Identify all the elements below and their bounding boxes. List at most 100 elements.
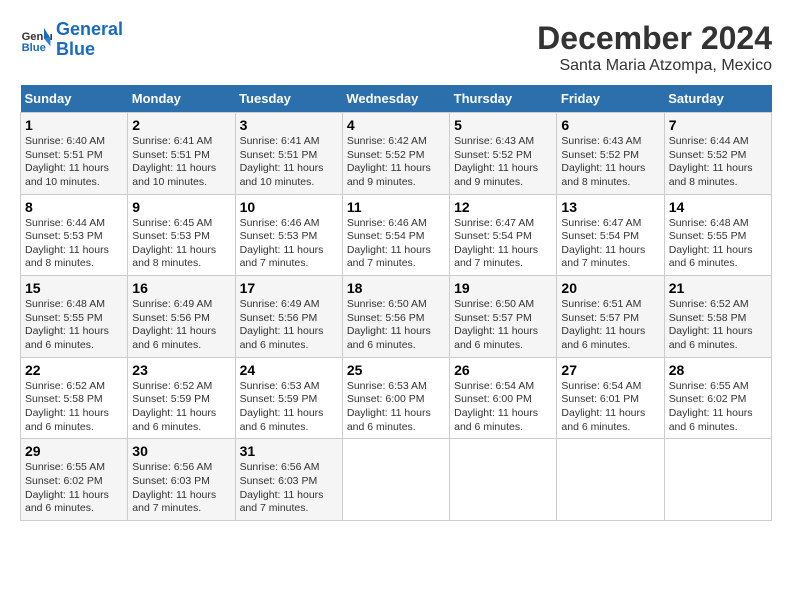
day-cell: 5Sunrise: 6:43 AMSunset: 5:52 PMDaylight… [450,113,557,195]
day-cell [450,439,557,521]
day-info: Sunrise: 6:46 AMSunset: 5:53 PMDaylight:… [240,217,338,272]
day-cell: 7 Sunrise: 6:44 AMSunset: 5:52 PMDaylight… [664,113,771,195]
day-info: Sunrise: 6:52 AMSunset: 5:59 PMDaylight:… [132,380,230,435]
day-info: Sunrise: 6:46 AMSunset: 5:54 PMDaylight:… [347,217,445,272]
day-cell: 9 Sunrise: 6:45 AMSunset: 5:53 PMDaylight… [128,194,235,276]
logo-icon: General Blue [20,24,52,56]
day-number: 28 [669,362,767,378]
header-monday: Monday [128,85,235,113]
day-cell: 16 Sunrise: 6:49 AMSunset: 5:56 PMDayligh… [128,276,235,358]
day-cell: 23 Sunrise: 6:52 AMSunset: 5:59 PMDayligh… [128,357,235,439]
day-number: 27 [561,362,659,378]
day-cell: 30 Sunrise: 6:56 AMSunset: 6:03 PMDayligh… [128,439,235,521]
day-info: Sunrise: 6:50 AMSunset: 5:56 PMDaylight:… [347,298,445,353]
day-cell: 4Sunrise: 6:42 AMSunset: 5:52 PMDaylight… [342,113,449,195]
day-cell [664,439,771,521]
day-cell: 2Sunrise: 6:41 AMSunset: 5:51 PMDaylight… [128,113,235,195]
location-title: Santa Maria Atzompa, Mexico [537,57,772,75]
day-cell: 3 Sunrise: 6:41 AMSunset: 5:51 PMDaylight… [235,113,342,195]
day-number: 19 [454,280,552,296]
header-saturday: Saturday [664,85,771,113]
week-row-3: 15Sunrise: 6:48 AMSunset: 5:55 PMDayligh… [21,276,772,358]
day-info: Sunrise: 6:43 AMSunset: 5:52 PMDaylight:… [561,135,659,190]
day-number: 12 [454,199,552,215]
day-info: Sunrise: 6:56 AMSunset: 6:03 PMDaylight:… [132,461,230,516]
header-thursday: Thursday [450,85,557,113]
week-row-4: 22Sunrise: 6:52 AMSunset: 5:58 PMDayligh… [21,357,772,439]
day-info: Sunrise: 6:54 AMSunset: 6:00 PMDaylight:… [454,380,552,435]
day-info: Sunrise: 6:41 AMSunset: 5:51 PMDaylight:… [240,135,338,190]
day-number: 26 [454,362,552,378]
day-number: 29 [25,443,123,459]
day-number: 8 [25,199,123,215]
day-info: Sunrise: 6:44 AMSunset: 5:52 PMDaylight:… [669,135,767,190]
day-cell: 14 Sunrise: 6:48 AMSunset: 5:55 PMDayligh… [664,194,771,276]
day-info: Sunrise: 6:48 AMSunset: 5:55 PMDaylight:… [25,298,123,353]
day-cell: 24Sunrise: 6:53 AMSunset: 5:59 PMDayligh… [235,357,342,439]
day-info: Sunrise: 6:45 AMSunset: 5:53 PMDaylight:… [132,217,230,272]
day-info: Sunrise: 6:55 AMSunset: 6:02 PMDaylight:… [25,461,123,516]
day-info: Sunrise: 6:52 AMSunset: 5:58 PMDaylight:… [669,298,767,353]
day-info: Sunrise: 6:55 AMSunset: 6:02 PMDaylight:… [669,380,767,435]
day-cell: 17 Sunrise: 6:49 AMSunset: 5:56 PMDayligh… [235,276,342,358]
day-number: 25 [347,362,445,378]
day-number: 24 [240,362,338,378]
day-cell: 25Sunrise: 6:53 AMSunset: 6:00 PMDayligh… [342,357,449,439]
page-header: General Blue General Blue December 2024 … [20,20,772,75]
day-number: 3 [240,117,338,133]
day-info: Sunrise: 6:56 AMSunset: 6:03 PMDaylight:… [240,461,338,516]
day-info: Sunrise: 6:48 AMSunset: 5:55 PMDaylight:… [669,217,767,272]
day-cell: 19 Sunrise: 6:50 AMSunset: 5:57 PMDayligh… [450,276,557,358]
day-number: 10 [240,199,338,215]
header-wednesday: Wednesday [342,85,449,113]
svg-text:Blue: Blue [22,42,46,54]
day-cell: 1Sunrise: 6:40 AMSunset: 5:51 PMDaylight… [21,113,128,195]
day-info: Sunrise: 6:44 AMSunset: 5:53 PMDaylight:… [25,217,123,272]
day-number: 31 [240,443,338,459]
day-info: Sunrise: 6:40 AMSunset: 5:51 PMDaylight:… [25,135,123,190]
day-cell: 15Sunrise: 6:48 AMSunset: 5:55 PMDayligh… [21,276,128,358]
day-number: 20 [561,280,659,296]
day-info: Sunrise: 6:49 AMSunset: 5:56 PMDaylight:… [240,298,338,353]
day-info: Sunrise: 6:42 AMSunset: 5:52 PMDaylight:… [347,135,445,190]
day-info: Sunrise: 6:41 AMSunset: 5:51 PMDaylight:… [132,135,230,190]
logo: General Blue General Blue [20,20,123,60]
day-info: Sunrise: 6:51 AMSunset: 5:57 PMDaylight:… [561,298,659,353]
day-cell: 28 Sunrise: 6:55 AMSunset: 6:02 PMDayligh… [664,357,771,439]
header-friday: Friday [557,85,664,113]
day-info: Sunrise: 6:47 AMSunset: 5:54 PMDaylight:… [454,217,552,272]
day-number: 6 [561,117,659,133]
week-row-1: 1Sunrise: 6:40 AMSunset: 5:51 PMDaylight… [21,113,772,195]
day-cell: 12 Sunrise: 6:47 AMSunset: 5:54 PMDayligh… [450,194,557,276]
week-row-2: 8 Sunrise: 6:44 AMSunset: 5:53 PMDaylight… [21,194,772,276]
day-cell: 18 Sunrise: 6:50 AMSunset: 5:56 PMDayligh… [342,276,449,358]
day-info: Sunrise: 6:49 AMSunset: 5:56 PMDaylight:… [132,298,230,353]
day-number: 23 [132,362,230,378]
day-cell: 13 Sunrise: 6:47 AMSunset: 5:54 PMDayligh… [557,194,664,276]
week-row-5: 29 Sunrise: 6:55 AMSunset: 6:02 PMDayligh… [21,439,772,521]
day-number: 17 [240,280,338,296]
day-cell [342,439,449,521]
day-number: 7 [669,117,767,133]
day-number: 30 [132,443,230,459]
header-sunday: Sunday [21,85,128,113]
header-tuesday: Tuesday [235,85,342,113]
day-number: 16 [132,280,230,296]
day-cell: 21 Sunrise: 6:52 AMSunset: 5:58 PMDayligh… [664,276,771,358]
day-info: Sunrise: 6:50 AMSunset: 5:57 PMDaylight:… [454,298,552,353]
day-info: Sunrise: 6:54 AMSunset: 6:01 PMDaylight:… [561,380,659,435]
calendar-header-row: SundayMondayTuesdayWednesdayThursdayFrid… [21,85,772,113]
day-number: 5 [454,117,552,133]
day-number: 9 [132,199,230,215]
title-block: December 2024 Santa Maria Atzompa, Mexic… [537,20,772,75]
day-number: 21 [669,280,767,296]
day-cell [557,439,664,521]
calendar-table: SundayMondayTuesdayWednesdayThursdayFrid… [20,85,772,521]
day-info: Sunrise: 6:47 AMSunset: 5:54 PMDaylight:… [561,217,659,272]
day-number: 18 [347,280,445,296]
day-number: 14 [669,199,767,215]
day-cell: 11Sunrise: 6:46 AMSunset: 5:54 PMDayligh… [342,194,449,276]
day-cell: 20 Sunrise: 6:51 AMSunset: 5:57 PMDayligh… [557,276,664,358]
day-info: Sunrise: 6:52 AMSunset: 5:58 PMDaylight:… [25,380,123,435]
day-number: 13 [561,199,659,215]
